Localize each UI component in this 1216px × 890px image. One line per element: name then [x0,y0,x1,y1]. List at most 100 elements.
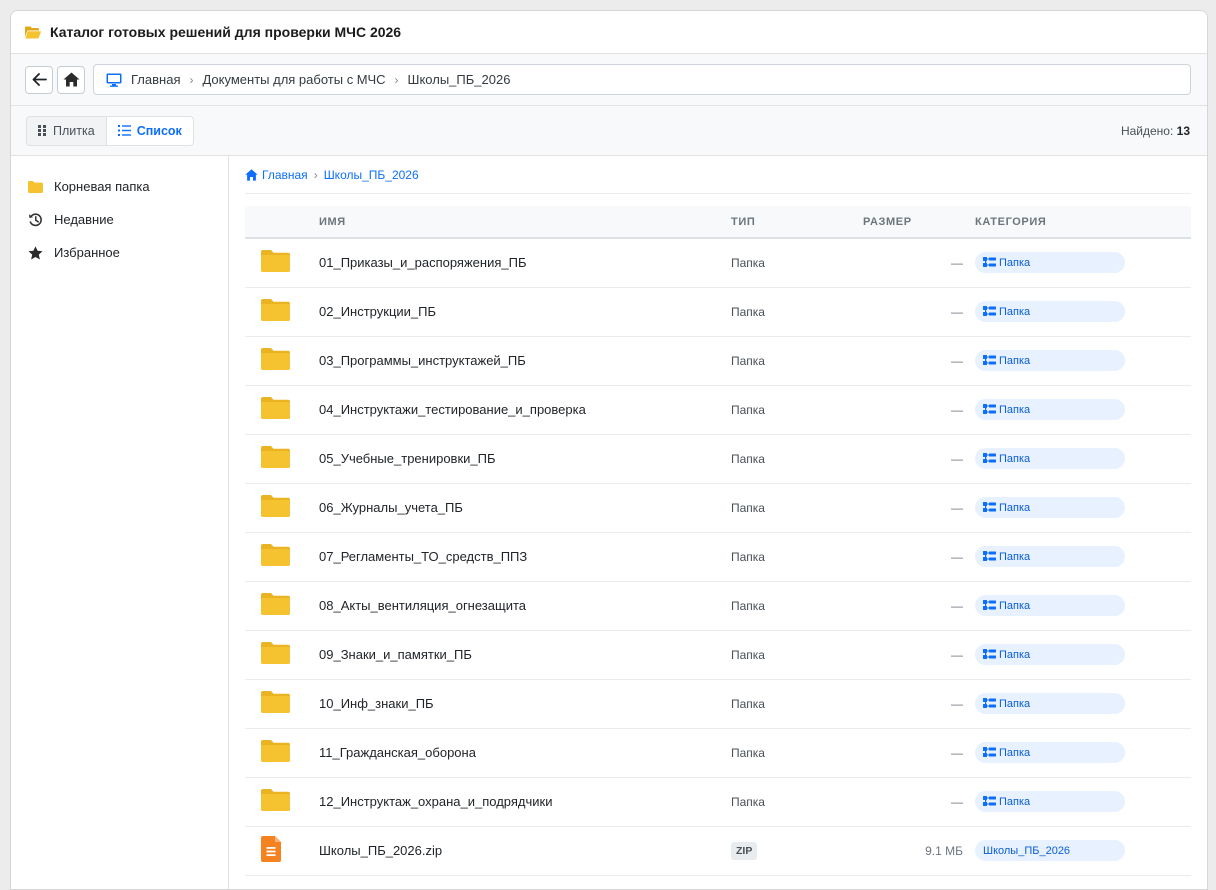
table-row[interactable]: 11_Гражданская_оборона Папка — Папка [245,728,1191,777]
sidebar-item-recent[interactable]: Недавние [11,203,228,236]
view-list-button[interactable]: Список [105,115,194,146]
category-badge[interactable]: Папка [975,644,1125,665]
folder-icon [261,593,290,615]
back-button[interactable] [25,65,53,94]
row-name[interactable]: Школы_ПБ_2026.zip [319,826,731,875]
category-badge[interactable]: Папка [975,350,1125,371]
home-icon [63,72,80,87]
table-row[interactable]: 05_Учебные_тренировки_ПБ Папка — Папка [245,434,1191,483]
view-tiles-label: Плитка [53,123,95,138]
category-badge[interactable]: Папка [975,399,1125,420]
folder-icon [261,397,290,419]
header-size[interactable]: РАЗМЕР [863,206,975,238]
row-size: — [951,549,963,564]
category-badge[interactable]: Папка [975,791,1125,812]
row-icon-cell [245,630,319,679]
table-row[interactable]: 01_Приказы_и_распоряжения_ПБ Папка — Папка [245,238,1191,287]
row-name[interactable]: 02_Инструкции_ПБ [319,287,731,336]
row-name[interactable]: 08_Акты_вентиляция_огнезащита [319,581,731,630]
breadcrumb-home-link[interactable]: Главная [262,168,308,182]
row-name[interactable]: 05_Учебные_тренировки_ПБ [319,434,731,483]
row-name[interactable]: 04_Инструктажи_тестирование_и_проверка [319,385,731,434]
sitemap-icon [983,698,996,709]
found-value: 13 [1176,123,1190,138]
row-size: — [951,451,963,466]
breadcrumb-current-link[interactable]: Школы_ПБ_2026 [324,168,419,182]
type-label: Папка [731,451,765,466]
row-size: — [951,696,963,711]
sidebar-item-favorites[interactable]: Избранное [11,236,228,269]
row-category-cell: Папка [975,728,1191,777]
monitor-icon [106,73,122,87]
header-category[interactable]: КАТЕГОРИЯ [975,206,1191,238]
folder-icon [261,642,290,664]
row-category-cell: Папка [975,385,1191,434]
table-row[interactable]: 12_Инструктаж_охрана_и_подрядчики Папка — П… [245,777,1191,826]
address-segment-documents[interactable]: Документы для работы с МЧС [202,72,385,87]
category-badge[interactable]: Папка [975,693,1125,714]
view-tiles-button[interactable]: Плитка [26,115,106,146]
row-icon-cell [245,385,319,434]
row-icon-cell [245,532,319,581]
folder-icon [261,544,290,566]
sitemap-icon [983,306,996,317]
category-badge[interactable]: Папка [975,742,1125,763]
row-category-cell: Папка [975,483,1191,532]
navigation-bar: Главная › Документы для работы с МЧС › Ш… [11,54,1207,106]
table-row[interactable]: 02_Инструкции_ПБ Папка — Папка [245,287,1191,336]
category-label: Папка [999,403,1031,416]
category-label: Папка [999,599,1031,612]
row-name[interactable]: 09_Знаки_и_памятки_ПБ [319,630,731,679]
table-row[interactable]: 07_Регламенты_ТО_средств_ППЗ Папка — Папка [245,532,1191,581]
row-name[interactable]: 12_Инструктаж_охрана_и_подрядчики [319,777,731,826]
address-segment-current[interactable]: Школы_ПБ_2026 [408,72,511,87]
table-row[interactable]: 03_Программы_инструктажей_ПБ Папка — Папка [245,336,1191,385]
table-row[interactable]: 08_Акты_вентиляция_огнезащита Папка — Папка [245,581,1191,630]
table-row[interactable]: 10_Инф_знаки_ПБ Папка — Папка [245,679,1191,728]
category-badge[interactable]: Папка [975,497,1125,518]
header-type[interactable]: ТИП [731,206,863,238]
category-label: Папка [999,550,1031,563]
row-name[interactable]: 07_Регламенты_ТО_средств_ППЗ [319,532,731,581]
sitemap-icon [983,355,996,366]
folder-icon [261,740,290,762]
address-segment-home[interactable]: Главная [131,72,180,87]
row-type: Папка [731,238,863,287]
row-name[interactable]: 01_Приказы_и_распоряжения_ПБ [319,238,731,287]
type-label: Папка [731,304,765,319]
row-type: Папка [731,532,863,581]
category-badge[interactable]: Школы_ПБ_2026 [975,840,1125,861]
type-label: Папка [731,549,765,564]
sidebar-item-label: Корневая папка [54,179,150,194]
table-row[interactable]: 09_Знаки_и_памятки_ПБ Папка — Папка [245,630,1191,679]
row-category-cell: Папка [975,679,1191,728]
row-name[interactable]: 03_Программы_инструктажей_ПБ [319,336,731,385]
row-name[interactable]: 11_Гражданская_оборона [319,728,731,777]
window-title: Каталог готовых решений для проверки МЧС… [50,24,402,40]
row-name[interactable]: 06_Журналы_учета_ПБ [319,483,731,532]
home-button[interactable] [57,65,85,94]
category-badge[interactable]: Папка [975,546,1125,567]
row-type: Папка [731,483,863,532]
type-label: Папка [731,794,765,809]
category-badge[interactable]: Папка [975,301,1125,322]
sitemap-icon [983,502,996,513]
row-category-cell: Школы_ПБ_2026 [975,826,1191,875]
sitemap-icon [983,747,996,758]
category-label: Папка [999,501,1031,514]
sidebar-item-root[interactable]: Корневая папка [11,170,228,203]
category-badge[interactable]: Папка [975,448,1125,469]
header-name[interactable]: ИМЯ [319,206,731,238]
address-separator: › [189,72,194,87]
address-bar[interactable]: Главная › Документы для работы с МЧС › Ш… [93,64,1191,95]
table-row[interactable]: Школы_ПБ_2026.zip ZIP 9.1 МБ Школы_ПБ_2026 [245,826,1191,875]
address-separator: › [394,72,399,87]
table-row[interactable]: 06_Журналы_учета_ПБ Папка — Папка [245,483,1191,532]
table-row[interactable]: 04_Инструктажи_тестирование_и_проверка Па… [245,385,1191,434]
row-size: 9.1 МБ [925,843,963,858]
app-window: Каталог готовых решений для проверки МЧС… [10,10,1208,890]
category-badge[interactable]: Папка [975,595,1125,616]
row-name[interactable]: 10_Инф_знаки_ПБ [319,679,731,728]
sitemap-icon [983,551,996,562]
category-badge[interactable]: Папка [975,252,1125,274]
